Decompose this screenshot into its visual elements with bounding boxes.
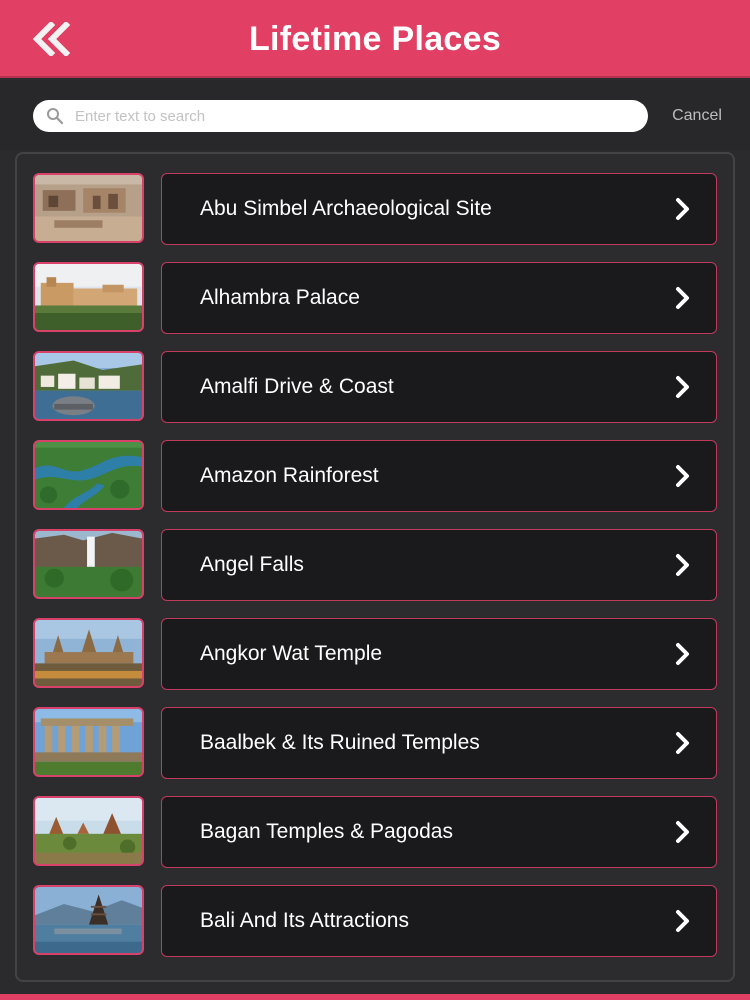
place-thumbnail[interactable] xyxy=(33,440,144,510)
place-label: Amazon Rainforest xyxy=(200,464,379,487)
chevron-right-icon xyxy=(676,643,689,665)
page-title: Lifetime Places xyxy=(248,20,502,58)
place-label: Angkor Wat Temple xyxy=(200,642,383,665)
list-item[interactable]: Amazon Rainforest xyxy=(33,440,719,512)
place-label: Amalfi Drive & Coast xyxy=(200,375,394,398)
place-thumbnail[interactable] xyxy=(33,529,144,599)
place-label: Abu Simbel Archaeological Site xyxy=(200,197,492,220)
search-input[interactable] xyxy=(75,102,648,130)
list-item[interactable]: Bagan Temples & Pagodas xyxy=(33,796,719,868)
list-item[interactable]: Bali And Its Attractions xyxy=(33,885,719,957)
search-bar: Cancel xyxy=(0,80,750,150)
cancel-button[interactable]: Cancel xyxy=(662,100,732,132)
search-field-container[interactable] xyxy=(33,100,648,132)
header-bar: Lifetime Places xyxy=(0,0,750,78)
chevron-right-icon xyxy=(676,910,689,932)
place-button[interactable]: Angkor Wat Temple xyxy=(161,618,717,690)
place-button[interactable]: Alhambra Palace xyxy=(161,262,717,334)
search-icon xyxy=(45,106,65,126)
place-button[interactable]: Abu Simbel Archaeological Site xyxy=(161,173,717,245)
list-item[interactable]: Angkor Wat Temple xyxy=(33,618,719,690)
place-label: Bali And Its Attractions xyxy=(200,909,409,932)
places-list: Abu Simbel Archaeological Site Alhambra … xyxy=(15,152,735,982)
place-button[interactable]: Amalfi Drive & Coast xyxy=(161,351,717,423)
chevron-right-icon xyxy=(676,287,689,309)
place-thumbnail[interactable] xyxy=(33,885,144,955)
chevron-right-icon xyxy=(676,732,689,754)
place-label: Alhambra Palace xyxy=(200,286,360,309)
place-label: Baalbek & Its Ruined Temples xyxy=(200,731,480,754)
bottom-accent-bar xyxy=(0,994,750,1000)
list-item[interactable]: Abu Simbel Archaeological Site xyxy=(33,173,719,245)
app-screen: Lifetime Places Cancel xyxy=(0,0,750,1000)
place-button[interactable]: Angel Falls xyxy=(161,529,717,601)
list-item[interactable]: Baalbek & Its Ruined Temples xyxy=(33,707,719,779)
place-button[interactable]: Bali And Its Attractions xyxy=(161,885,717,957)
place-thumbnail[interactable] xyxy=(33,796,144,866)
place-thumbnail[interactable] xyxy=(33,262,144,332)
place-label: Bagan Temples & Pagodas xyxy=(200,820,453,843)
chevron-right-icon xyxy=(676,376,689,398)
list-item[interactable]: Alhambra Palace xyxy=(33,262,719,334)
list-item[interactable]: Angel Falls xyxy=(33,529,719,601)
chevron-right-icon xyxy=(676,198,689,220)
place-button[interactable]: Baalbek & Its Ruined Temples xyxy=(161,707,717,779)
chevron-right-icon xyxy=(676,465,689,487)
chevron-right-icon xyxy=(676,554,689,576)
place-thumbnail[interactable] xyxy=(33,618,144,688)
place-button[interactable]: Amazon Rainforest xyxy=(161,440,717,512)
place-thumbnail[interactable] xyxy=(33,351,144,421)
place-thumbnail[interactable] xyxy=(33,173,144,243)
list-item[interactable]: Amalfi Drive & Coast xyxy=(33,351,719,423)
place-thumbnail[interactable] xyxy=(33,707,144,777)
place-button[interactable]: Bagan Temples & Pagodas xyxy=(161,796,717,868)
chevron-right-icon xyxy=(676,821,689,843)
place-label: Angel Falls xyxy=(200,553,304,576)
